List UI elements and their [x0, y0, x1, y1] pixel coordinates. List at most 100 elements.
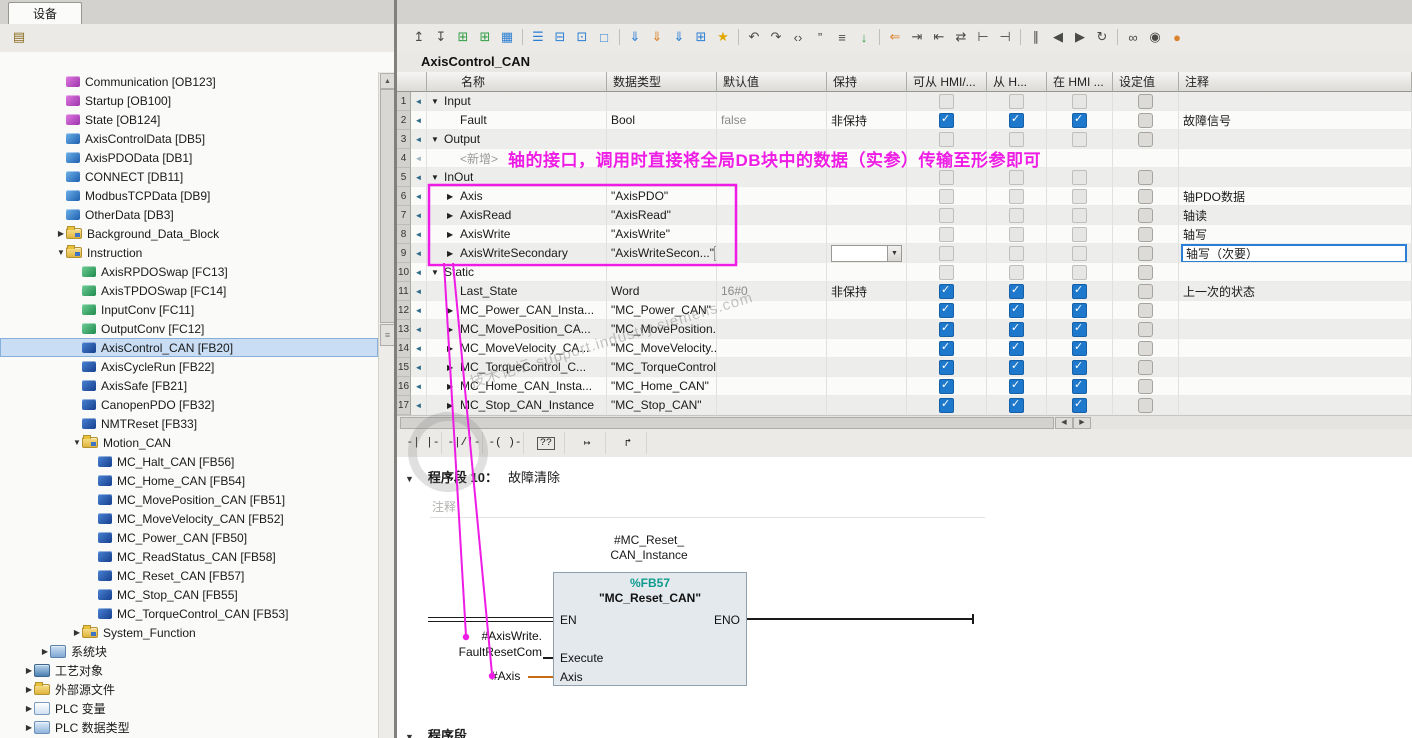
scroll-thumb[interactable]: [380, 89, 394, 323]
chevron-right-icon[interactable]: ▶: [24, 666, 34, 675]
default-cell[interactable]: [717, 187, 827, 206]
comment-cell[interactable]: 轴写（次要）: [1179, 244, 1412, 263]
redo-icon[interactable]: ↷: [766, 27, 786, 47]
hmi-writable-checkbox[interactable]: [1009, 378, 1024, 394]
chevron-right-icon[interactable]: ▶: [447, 401, 460, 410]
retain-cell[interactable]: [827, 206, 907, 225]
hmi-writable-checkbox[interactable]: [1009, 302, 1024, 318]
name-cell[interactable]: ▶ Axis: [427, 187, 607, 206]
default-cell[interactable]: [717, 358, 827, 377]
splitter-grip[interactable]: ≡: [380, 324, 394, 346]
retain-cell[interactable]: [827, 301, 907, 320]
retain-dropdown[interactable]: ▼: [831, 244, 902, 262]
scroll-up-button[interactable]: ▲: [380, 73, 394, 89]
swap-operands-icon[interactable]: ⇄: [951, 27, 971, 47]
tree-item-communication[interactable]: Communication [OB123]: [0, 72, 378, 91]
tree-item-mc-home-can[interactable]: MC_Home_CAN [FB54]: [0, 471, 378, 490]
hscroll-right-button[interactable]: ▶: [1073, 417, 1091, 429]
next-network-header[interactable]: ▼ 程序段: [405, 725, 477, 738]
tree-item-mc-moveposition-can[interactable]: MC_MovePosition_CAN [FB51]: [0, 490, 378, 509]
comment-cell[interactable]: [1179, 358, 1412, 377]
hmi-accessible-checkbox[interactable]: [939, 283, 954, 299]
tab-device[interactable]: 设备: [8, 2, 82, 24]
default-cell[interactable]: [717, 168, 827, 187]
add-row-after-icon[interactable]: ⊞: [475, 27, 495, 47]
tree-item-axisrpdoswap[interactable]: AxisRPDOSwap [FC13]: [0, 262, 378, 281]
hmi-accessible-checkbox[interactable]: [939, 321, 954, 337]
retain-cell[interactable]: [827, 130, 907, 149]
tree-item-axispdodata[interactable]: AxisPDOData [DB1]: [0, 148, 378, 167]
default-cell[interactable]: [717, 92, 827, 111]
comment-cell[interactable]: [1179, 130, 1412, 149]
chevron-right-icon[interactable]: ▶: [24, 685, 34, 694]
datatype-cell[interactable]: "MC_MoveVelocity...": [607, 339, 717, 358]
comment-cell[interactable]: [1179, 263, 1412, 282]
comment-cell[interactable]: 轴写: [1179, 225, 1412, 244]
comment-cell[interactable]: 轴PDO数据: [1179, 187, 1412, 206]
chevron-right-icon[interactable]: ▶: [447, 382, 460, 391]
chevron-right-icon[interactable]: ▶: [24, 723, 34, 732]
tree-item-系统块[interactable]: ▶ 系统块: [0, 642, 378, 661]
default-cell[interactable]: [717, 263, 827, 282]
tree-item-outputconv[interactable]: OutputConv [FC12]: [0, 319, 378, 338]
lock-icon[interactable]: ●: [1167, 27, 1187, 47]
default-cell[interactable]: [717, 396, 827, 415]
name-cell[interactable]: ▶ MC_Stop_CAN_Instance: [427, 396, 607, 415]
default-cell[interactable]: false: [717, 111, 827, 130]
block-name[interactable]: "MC_Reset_CAN": [554, 591, 746, 605]
quotes-icon[interactable]: ”: [810, 27, 830, 47]
comment-cell[interactable]: [1179, 92, 1412, 111]
add-row-icon[interactable]: ↧: [431, 27, 451, 47]
retain-cell[interactable]: 非保持: [827, 282, 907, 301]
instance-name[interactable]: #MC_Reset_ CAN_Instance: [553, 533, 745, 563]
datatype-cell[interactable]: [607, 149, 717, 168]
name-cell[interactable]: Fault: [427, 111, 607, 130]
open-branch-icon[interactable]: ⊢: [973, 27, 993, 47]
tree-item-background-data-block[interactable]: ▶ Background_Data_Block: [0, 224, 378, 243]
close-branch-icon[interactable]: ⊣: [995, 27, 1015, 47]
comment-cell[interactable]: [1179, 339, 1412, 358]
name-cell[interactable]: ▼ InOut: [427, 168, 607, 187]
close-branch-icon[interactable]: ↱: [610, 432, 647, 454]
datatype-cell[interactable]: [607, 168, 717, 187]
tree-item-nmtreset[interactable]: NMTReset [FB33]: [0, 414, 378, 433]
open-branch-icon[interactable]: ↦: [569, 432, 606, 454]
hmi-visible-checkbox[interactable]: [1072, 302, 1087, 318]
coil-icon[interactable]: -( )-: [487, 432, 524, 454]
jump-label-icon[interactable]: ⇐: [885, 27, 905, 47]
goto-next-icon[interactable]: ↓: [854, 27, 874, 47]
name-cell[interactable]: ▶ MC_MovePosition_CA...: [427, 320, 607, 339]
datatype-cell[interactable]: "AxisPDO": [607, 187, 717, 206]
retain-cell[interactable]: [827, 358, 907, 377]
hmi-accessible-checkbox[interactable]: [939, 397, 954, 413]
network-comment[interactable]: 注释: [432, 498, 456, 515]
tree-item-外部源文件[interactable]: ▶ 外部源文件: [0, 680, 378, 699]
name-cell[interactable]: ▼ Input: [427, 92, 607, 111]
refresh-icon[interactable]: ↻: [1092, 27, 1112, 47]
hmi-writable-checkbox[interactable]: [1009, 359, 1024, 375]
tree-item-connect[interactable]: CONNECT [DB11]: [0, 167, 378, 186]
hmi-accessible-checkbox[interactable]: [939, 340, 954, 356]
tree-item-mc-torquecontrol-can[interactable]: MC_TorqueControl_CAN [FB53]: [0, 604, 378, 623]
comment-cell[interactable]: [1179, 396, 1412, 415]
comment-edit-input[interactable]: 轴写（次要）: [1181, 244, 1407, 262]
hmi-visible-checkbox[interactable]: [1072, 378, 1087, 394]
axis-operand[interactable]: #Axis: [491, 668, 529, 684]
tree-item-mc-halt-can[interactable]: MC_Halt_CAN [FB56]: [0, 452, 378, 471]
retain-cell[interactable]: ▼: [827, 244, 907, 263]
download-icon[interactable]: ⇓: [625, 27, 645, 47]
chevron-down-icon[interactable]: ▼: [72, 438, 82, 447]
hmi-accessible-checkbox[interactable]: [939, 378, 954, 394]
default-cell[interactable]: 16#0: [717, 282, 827, 301]
sync-icon[interactable]: ⇓: [669, 27, 689, 47]
pause-icon[interactable]: ∥: [1026, 27, 1046, 47]
name-cell[interactable]: ▶ AxisWriteSecondary: [427, 244, 607, 263]
keep-layout-icon[interactable]: ▦: [497, 27, 517, 47]
hmi-writable-checkbox[interactable]: [1009, 321, 1024, 337]
new-item-icon[interactable]: ▤: [9, 27, 29, 47]
hmi-visible-checkbox[interactable]: [1072, 112, 1087, 128]
tree-item-inputconv[interactable]: InputConv [FC11]: [0, 300, 378, 319]
name-cell[interactable]: ▶ MC_Power_CAN_Insta...: [427, 301, 607, 320]
tree-item-system-function[interactable]: ▶ System_Function: [0, 623, 378, 642]
comment-cell[interactable]: [1179, 377, 1412, 396]
